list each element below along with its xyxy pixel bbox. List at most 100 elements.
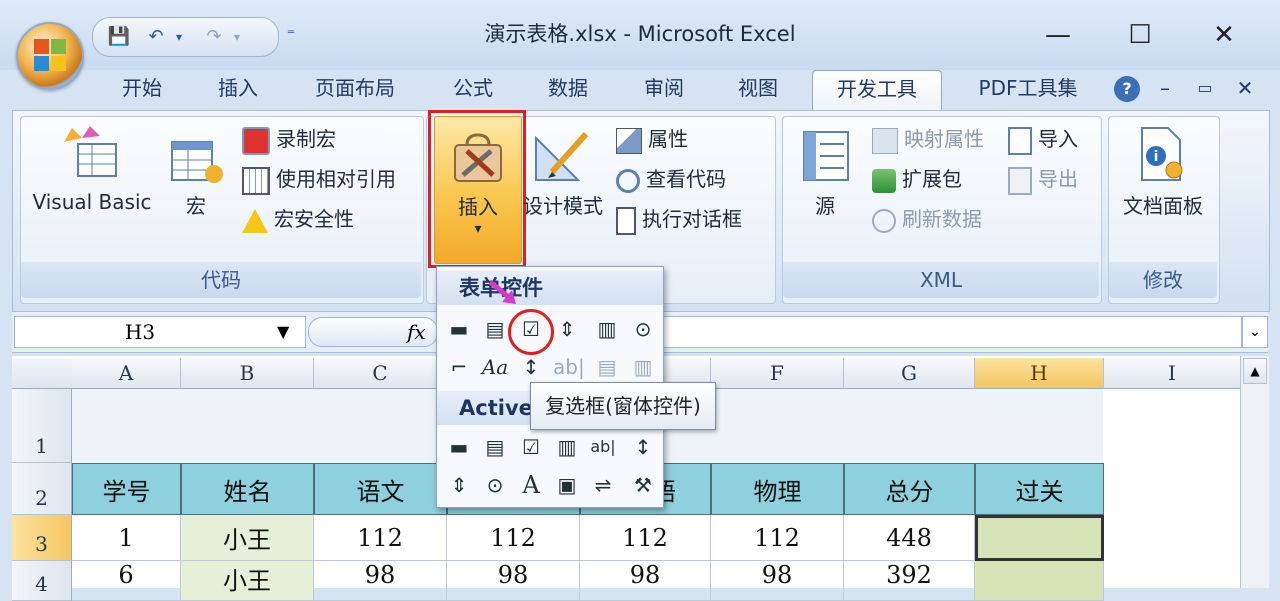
- table-cell[interactable]: 392: [844, 561, 975, 601]
- ribbon-close-icon[interactable]: ✕: [1232, 70, 1258, 110]
- record-macro-button[interactable]: 录制宏: [242, 124, 336, 155]
- table-cell[interactable]: 小王: [181, 515, 314, 561]
- source-button[interactable]: 源: [790, 124, 860, 224]
- row-header-3[interactable]: 3: [12, 515, 72, 561]
- name-box[interactable]: H3 ▼: [14, 316, 306, 348]
- column-header-a[interactable]: A: [72, 358, 181, 389]
- table-cell[interactable]: 448: [844, 515, 975, 561]
- row-header-2[interactable]: 2: [12, 463, 72, 515]
- tab-data[interactable]: 数据: [534, 70, 602, 110]
- visual-basic-button[interactable]: Visual Basic: [22, 124, 162, 224]
- table-cell[interactable]: 98: [314, 561, 447, 601]
- activex-combo-box-icon[interactable]: ▤: [481, 433, 509, 461]
- refresh-data-button[interactable]: 刷新数据: [872, 204, 982, 234]
- activex-spin-button-icon[interactable]: ⇕: [445, 471, 473, 499]
- expansion-packs-button[interactable]: 扩展包: [872, 164, 962, 194]
- table-cell[interactable]: 小王: [181, 561, 314, 601]
- table-cell[interactable]: 98: [447, 561, 580, 601]
- expand-formula-bar-icon[interactable]: ⌄: [1242, 316, 1268, 348]
- vertical-scrollbar[interactable]: ▲: [1240, 356, 1269, 588]
- tab-home[interactable]: 开始: [104, 70, 180, 110]
- table-header-cell[interactable]: 语文: [314, 463, 447, 515]
- table-header-cell[interactable]: 物理: [711, 463, 844, 515]
- activex-scroll-bar-icon[interactable]: ↕: [629, 433, 657, 461]
- button-control-icon[interactable]: ▬: [445, 315, 473, 343]
- use-relative-references-button[interactable]: 使用相对引用: [242, 164, 396, 195]
- insert-function-icon[interactable]: fx: [407, 318, 426, 346]
- help-icon[interactable]: ?: [1114, 76, 1140, 102]
- row-header-1[interactable]: 1: [12, 389, 72, 463]
- activex-option-button-icon[interactable]: ⊙: [481, 471, 509, 499]
- table-cell[interactable]: [975, 561, 1104, 601]
- list-box-control-icon[interactable]: ▥: [593, 315, 621, 343]
- table-cell[interactable]: 112: [580, 515, 711, 561]
- customize-qat-icon[interactable]: ⁼: [282, 22, 300, 48]
- combo-list-edit-control-icon[interactable]: ▤: [593, 353, 621, 381]
- select-all-corner[interactable]: [12, 358, 73, 389]
- option-button-control-icon[interactable]: ⊙: [629, 315, 657, 343]
- tab-developer[interactable]: 开发工具: [812, 70, 942, 111]
- table-cell[interactable]: 112: [447, 515, 580, 561]
- view-code-button[interactable]: 查看代码: [616, 164, 726, 194]
- selected-cell-h3[interactable]: [975, 515, 1104, 561]
- maximize-button[interactable]: ☐: [1112, 14, 1168, 56]
- minimize-button[interactable]: —: [1030, 14, 1086, 56]
- combo-box-control-icon[interactable]: ▤: [481, 315, 509, 343]
- design-mode-button[interactable]: 设计模式: [518, 124, 608, 224]
- more-controls-icon[interactable]: ⚒: [629, 471, 657, 499]
- run-dialog-button[interactable]: 执行对话框: [616, 204, 742, 235]
- combo-dropdown-edit-control-icon[interactable]: ▥: [629, 353, 657, 381]
- table-cell[interactable]: 112: [711, 515, 844, 561]
- group-box-control-icon[interactable]: ⌐: [445, 353, 473, 381]
- undo-dropdown-icon[interactable]: ▾: [171, 24, 187, 50]
- export-button[interactable]: 导出: [1008, 164, 1078, 195]
- activex-list-box-icon[interactable]: ▥: [553, 433, 581, 461]
- column-header-c[interactable]: C: [314, 358, 447, 389]
- office-button[interactable]: [16, 22, 84, 90]
- tab-page-layout[interactable]: 页面布局: [300, 70, 410, 110]
- table-cell[interactable]: 98: [580, 561, 711, 601]
- activex-button-icon[interactable]: ▬: [445, 433, 473, 461]
- text-field-control-icon[interactable]: ab|: [553, 353, 585, 381]
- name-box-dropdown-icon[interactable]: ▼: [277, 317, 289, 347]
- macro-security-button[interactable]: 宏安全性: [242, 204, 354, 234]
- tab-insert[interactable]: 插入: [200, 70, 276, 110]
- import-button[interactable]: 导入: [1008, 124, 1078, 155]
- column-header-b[interactable]: B: [181, 358, 314, 389]
- table-header-cell[interactable]: 过关: [975, 463, 1104, 515]
- activex-image-icon[interactable]: ▣: [553, 471, 581, 499]
- table-cell[interactable]: 6: [72, 561, 181, 601]
- redo-dropdown-icon[interactable]: ▾: [229, 24, 245, 50]
- properties-button[interactable]: 属性: [616, 124, 688, 154]
- save-icon[interactable]: 💾: [105, 24, 133, 50]
- map-properties-button[interactable]: 映射属性: [872, 124, 984, 154]
- close-button[interactable]: ✕: [1196, 14, 1252, 56]
- row-header-4[interactable]: 4: [12, 561, 72, 601]
- redo-icon[interactable]: ↷: [201, 24, 227, 50]
- activex-checkbox-icon[interactable]: ☑: [517, 433, 545, 461]
- column-header-i[interactable]: I: [1104, 358, 1241, 389]
- ribbon-restore-icon[interactable]: ▭: [1192, 70, 1218, 110]
- tab-review[interactable]: 审阅: [630, 70, 698, 110]
- scroll-bar-control-icon[interactable]: ↕: [517, 353, 545, 381]
- scroll-up-icon[interactable]: ▲: [1243, 358, 1267, 384]
- table-cell[interactable]: 1: [72, 515, 181, 561]
- spin-button-control-icon[interactable]: ⇕: [553, 315, 581, 343]
- tab-pdf-tools[interactable]: PDF工具集: [962, 70, 1094, 110]
- activex-toggle-button-icon[interactable]: ⇌: [589, 471, 617, 499]
- document-panel-button[interactable]: i 文档面板: [1110, 124, 1216, 224]
- tab-formulas[interactable]: 公式: [440, 70, 506, 110]
- column-header-h[interactable]: H: [975, 358, 1104, 389]
- table-cell[interactable]: 98: [711, 561, 844, 601]
- macros-button[interactable]: 宏: [166, 124, 226, 224]
- undo-icon[interactable]: ↶: [143, 24, 169, 50]
- table-cell[interactable]: 112: [314, 515, 447, 561]
- table-header-cell[interactable]: 总分: [844, 463, 975, 515]
- activex-text-box-icon[interactable]: ab|: [589, 433, 617, 461]
- column-header-f[interactable]: F: [711, 358, 844, 389]
- tab-view[interactable]: 视图: [724, 70, 792, 110]
- label-control-icon[interactable]: Aa: [481, 353, 509, 381]
- activex-label-icon[interactable]: A: [517, 471, 545, 499]
- ribbon-minimize-icon[interactable]: –: [1152, 70, 1178, 110]
- table-header-cell[interactable]: 学号: [72, 463, 181, 515]
